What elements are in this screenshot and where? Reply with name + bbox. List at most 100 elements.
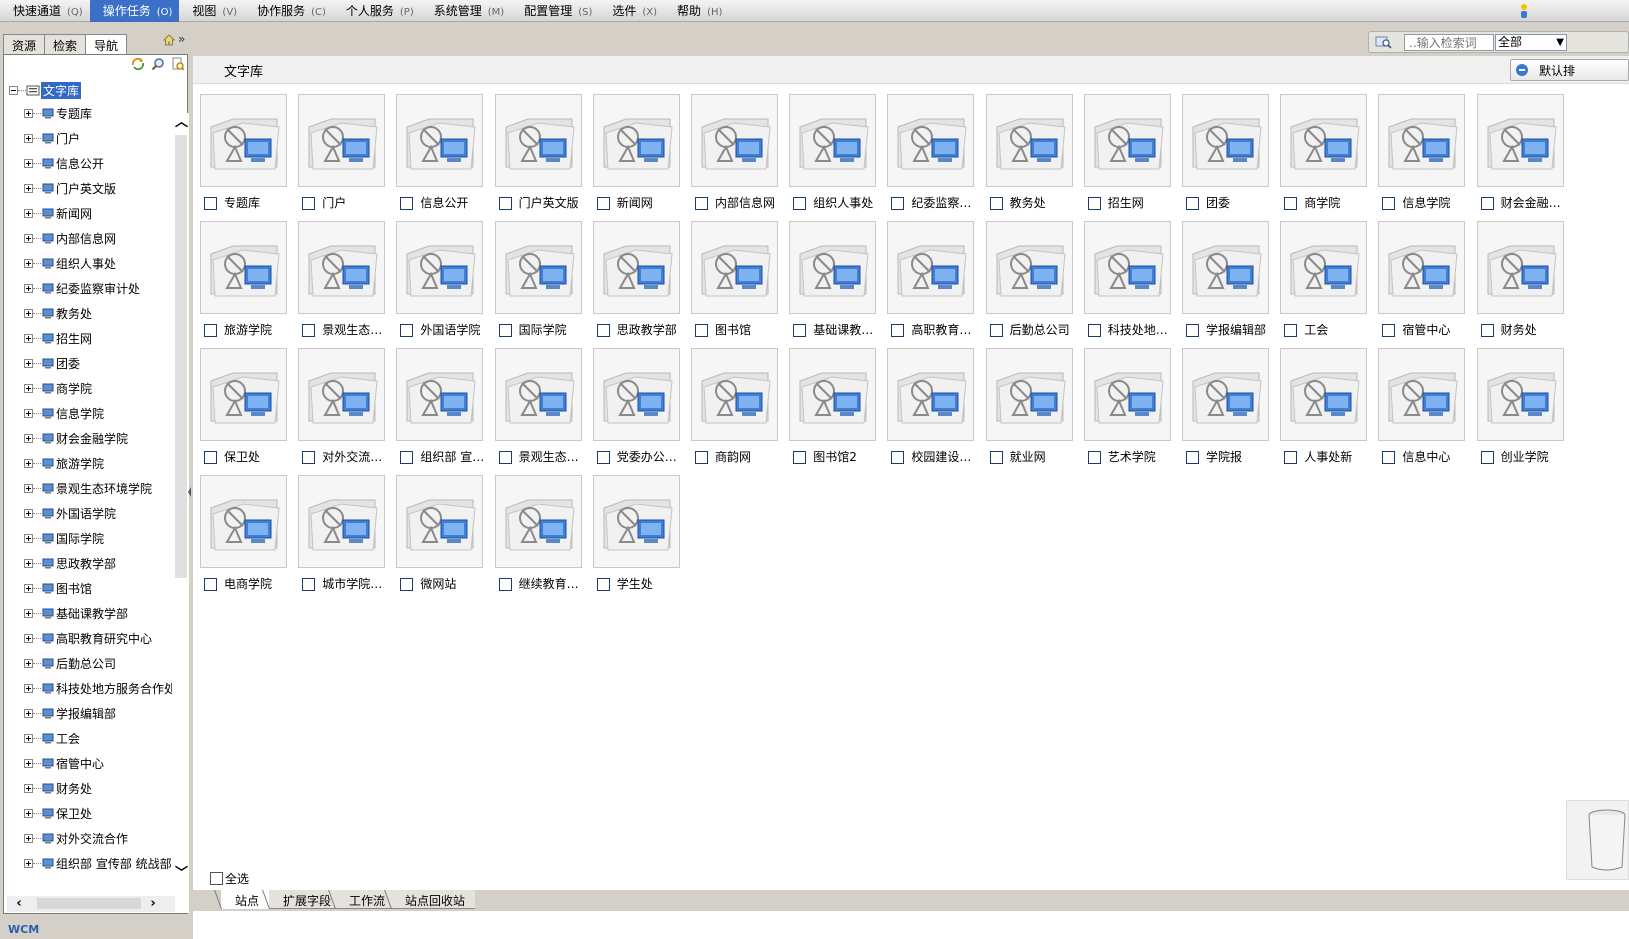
hscroll-thumb[interactable] [37,898,141,909]
tree-item[interactable]: 内部信息网 [6,226,172,251]
site-thumbnail[interactable] [396,348,484,441]
site-tile[interactable]: 科技处地… [1083,221,1182,348]
site-tile[interactable]: 组织人事处 [789,94,887,221]
expand-icon[interactable] [24,434,33,443]
expand-icon[interactable] [24,259,33,268]
site-tile[interactable]: 人事处新 [1280,348,1378,475]
site-checkbox[interactable] [400,451,414,464]
expand-icon[interactable] [24,359,33,368]
tree-item[interactable]: 团委 [6,351,172,376]
site-tile[interactable]: 外国语学院 [396,221,494,348]
site-thumbnail[interactable] [200,475,287,568]
site-tile[interactable]: 就业网 [985,348,1084,475]
site-checkbox[interactable] [498,451,512,464]
search-scope-icon[interactable] [1375,35,1393,49]
menu-item[interactable]: 配置管理 (S) [511,0,599,22]
site-checkbox[interactable] [891,324,905,337]
site-tile[interactable]: 艺术学院 [1083,348,1182,475]
site-thumbnail[interactable] [887,221,975,314]
tree-item[interactable]: 国际学院 [6,526,172,551]
site-thumbnail[interactable] [298,221,386,314]
site-tile[interactable]: 商学院 [1280,94,1378,221]
tree-item[interactable]: 基础课教学部 [6,601,172,626]
site-checkbox[interactable] [891,197,905,210]
site-thumbnail[interactable] [1182,348,1269,441]
site-tile[interactable]: 招生网 [1083,94,1182,221]
site-tile[interactable]: 专题库 [200,94,298,221]
site-thumbnail[interactable] [494,221,582,314]
site-thumbnail[interactable] [1280,94,1368,187]
tree-item[interactable]: 新闻网 [6,201,172,226]
expand-icon[interactable] [24,784,33,793]
site-thumbnail[interactable] [1378,221,1466,314]
expand-icon[interactable] [24,834,33,843]
recycle-bin-icon[interactable] [1566,800,1629,880]
site-checkbox[interactable] [1284,451,1298,464]
tree-item[interactable]: 外国语学院 [6,501,172,526]
site-tile[interactable]: 宿管中心 [1378,221,1476,348]
site-tile[interactable]: 信息公开 [396,94,494,221]
site-checkbox[interactable] [596,578,610,591]
search-scope-select[interactable]: 全部 ▼ [1495,34,1567,51]
collapse-icon[interactable] [9,85,18,95]
tree-item[interactable]: 信息公开 [6,151,172,176]
site-checkbox[interactable] [596,197,610,210]
tree-item[interactable]: 对外交流合作 [6,826,172,851]
tree-item[interactable]: 门户英文版 [6,176,172,201]
expand-icon[interactable] [24,334,33,343]
tree-item[interactable]: 图书馆 [6,576,172,601]
site-checkbox[interactable] [1087,324,1101,337]
site-checkbox[interactable] [302,578,316,591]
site-thumbnail[interactable] [494,94,582,187]
expand-icon[interactable] [24,584,33,593]
site-thumbnail[interactable] [691,221,778,314]
default-sort-button[interactable]: 默认排 [1510,59,1629,81]
menu-item[interactable]: 帮助 (H) [664,0,729,22]
site-tile[interactable]: 后勤总公司 [985,221,1084,348]
site-checkbox[interactable] [989,197,1003,210]
site-thumbnail[interactable] [1083,221,1171,314]
site-tile[interactable]: 国际学院 [494,221,593,348]
tree-item[interactable]: 门户 [6,126,172,151]
search-input[interactable] [1404,34,1494,51]
tree-item[interactable]: 思政教学部 [6,551,172,576]
site-tile[interactable]: 景观生态… [494,348,593,475]
site-checkbox[interactable] [596,451,610,464]
expand-icon[interactable] [24,409,33,418]
expand-icon[interactable] [24,809,33,818]
expand-icon[interactable] [24,684,33,693]
menu-item[interactable]: 选件 (X) [599,0,664,22]
site-checkbox[interactable] [793,197,807,210]
expand-icon[interactable] [24,384,33,393]
site-thumbnail[interactable] [298,475,386,568]
site-checkbox[interactable] [793,451,807,464]
site-tile[interactable]: 学生处 [592,475,691,602]
site-thumbnail[interactable] [985,348,1073,441]
tree-root[interactable]: 文字库 [6,79,172,101]
scroll-thumb[interactable] [175,135,187,578]
tree-item[interactable]: 组织人事处 [6,251,172,276]
site-thumbnail[interactable] [1083,94,1171,187]
site-checkbox[interactable] [1480,197,1494,210]
tree-item[interactable]: 组织部 宣传部 统战部 [6,851,172,876]
tree-horizontal-scrollbar[interactable]: ‹ › [7,896,175,912]
site-checkbox[interactable] [793,324,807,337]
tree-item[interactable]: 高职教育研究中心 [6,626,172,651]
site-thumbnail[interactable] [985,94,1073,187]
site-tile[interactable]: 信息学院 [1378,94,1476,221]
site-tile[interactable]: 思政教学部 [592,221,691,348]
site-tile[interactable]: 团委 [1182,94,1280,221]
site-checkbox[interactable] [302,324,316,337]
site-checkbox[interactable] [1284,324,1298,337]
site-tile[interactable]: 电商学院 [200,475,298,602]
site-thumbnail[interactable] [494,348,582,441]
site-tile[interactable]: 纪委监察… [887,94,985,221]
expand-icon[interactable] [24,184,33,193]
tree-item[interactable]: 财务处 [6,776,172,801]
expand-icon[interactable] [24,284,33,293]
site-checkbox[interactable] [989,324,1003,337]
site-thumbnail[interactable] [789,348,877,441]
site-tile[interactable]: 保卫处 [200,348,298,475]
site-checkbox[interactable] [204,197,217,210]
site-checkbox[interactable] [1480,451,1494,464]
